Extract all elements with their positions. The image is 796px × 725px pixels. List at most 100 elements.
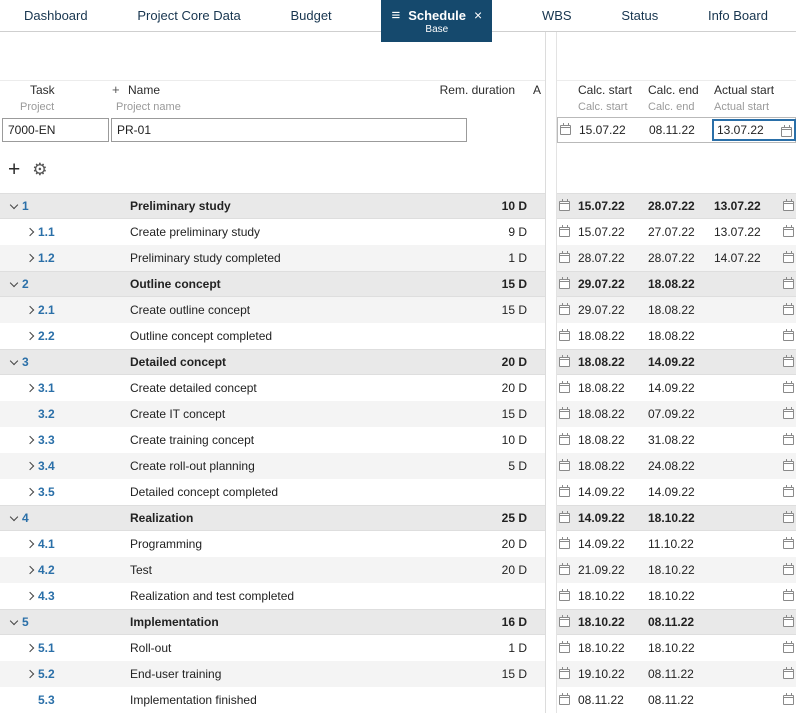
chevron-down-icon[interactable] — [9, 512, 19, 521]
task-row[interactable]: 3.4 Create roll-out planning 5 D — [0, 453, 545, 479]
calendar-icon[interactable] — [783, 589, 794, 601]
task-name[interactable]: Implementation — [126, 615, 415, 629]
task-dates-row[interactable]: 15.07.22 28.07.22 13.07.22 — [557, 193, 796, 219]
task-name[interactable]: Create detailed concept — [126, 381, 415, 395]
calendar-icon[interactable] — [559, 329, 570, 341]
chevron-right-icon[interactable] — [25, 383, 35, 393]
task-dates-row[interactable]: 08.11.22 08.11.22 — [557, 687, 796, 713]
task-row[interactable]: 4.3 Realization and test completed — [0, 583, 545, 609]
task-name[interactable]: Create roll-out planning — [126, 459, 415, 473]
calendar-icon[interactable] — [783, 303, 794, 315]
project-calc-end[interactable]: 08.11.22 — [646, 123, 712, 137]
calendar-icon[interactable] — [559, 589, 570, 601]
task-name[interactable]: Outline concept — [126, 277, 415, 291]
task-row[interactable]: 3.2 Create IT concept 15 D — [0, 401, 545, 427]
chevron-down-icon[interactable] — [9, 278, 19, 287]
tab-schedule[interactable]: ≡ Schedule × Base — [381, 0, 493, 42]
task-name[interactable]: Create preliminary study — [126, 225, 415, 239]
task-row[interactable]: 4 Realization 25 D — [0, 505, 545, 531]
menu-icon[interactable]: ≡ — [391, 8, 400, 23]
tab-dashboard[interactable]: Dashboard — [24, 8, 88, 23]
task-name[interactable]: Preliminary study — [126, 199, 415, 213]
task-name[interactable]: Preliminary study completed — [126, 251, 415, 265]
task-name[interactable]: Roll-out — [126, 641, 415, 655]
task-dates-row[interactable]: 18.10.22 18.10.22 — [557, 635, 796, 661]
task-row[interactable]: 4.2 Test 20 D — [0, 557, 545, 583]
calendar-icon[interactable] — [559, 485, 570, 497]
task-dates-row[interactable]: 18.08.22 31.08.22 — [557, 427, 796, 453]
calendar-icon[interactable] — [559, 381, 570, 393]
task-dates-row[interactable]: 29.07.22 18.08.22 — [557, 297, 796, 323]
task-dates-row[interactable]: 21.09.22 18.10.22 — [557, 557, 796, 583]
tab-wbs[interactable]: WBS — [542, 8, 572, 23]
task-row[interactable]: 2.2 Outline concept completed — [0, 323, 545, 349]
calendar-icon[interactable] — [559, 615, 570, 627]
task-name[interactable]: Outline concept completed — [126, 329, 415, 343]
task-dates-row[interactable]: 18.10.22 08.11.22 — [557, 609, 796, 635]
tab-status[interactable]: Status — [621, 8, 658, 23]
calendar-icon[interactable] — [783, 251, 794, 263]
col-rem-duration[interactable]: Rem. duration — [403, 83, 533, 97]
task-row[interactable]: 1.1 Create preliminary study 9 D — [0, 219, 545, 245]
task-dates-row[interactable]: 18.08.22 24.08.22 — [557, 453, 796, 479]
project-name-input[interactable] — [111, 118, 467, 142]
chevron-right-icon[interactable] — [25, 539, 35, 549]
calendar-icon[interactable] — [559, 407, 570, 419]
task-dates-row[interactable]: 18.08.22 18.08.22 — [557, 323, 796, 349]
task-name[interactable]: Implementation finished — [126, 693, 415, 707]
col-actual-start[interactable]: Actual start — [711, 83, 781, 97]
calendar-icon[interactable] — [559, 459, 570, 471]
calendar-icon[interactable] — [559, 537, 570, 549]
chevron-right-icon[interactable] — [25, 565, 35, 575]
calendar-icon[interactable] — [559, 303, 570, 315]
task-dates-row[interactable]: 18.08.22 14.09.22 — [557, 375, 796, 401]
calendar-icon[interactable] — [783, 329, 794, 341]
task-name[interactable]: Create outline concept — [126, 303, 415, 317]
tab-budget[interactable]: Budget — [290, 8, 331, 23]
calendar-icon[interactable] — [559, 199, 570, 211]
chevron-right-icon[interactable] — [25, 461, 35, 471]
col-task[interactable]: Task — [0, 83, 112, 97]
task-dates-row[interactable]: 28.07.22 28.07.22 14.07.22 — [557, 245, 796, 271]
chevron-down-icon[interactable] — [9, 356, 19, 365]
calendar-icon[interactable] — [559, 693, 570, 705]
calendar-icon[interactable] — [783, 381, 794, 393]
calendar-icon[interactable] — [559, 355, 570, 367]
task-dates-row[interactable]: 14.09.22 11.10.22 — [557, 531, 796, 557]
project-calc-start[interactable]: 15.07.22 — [576, 123, 646, 137]
tab-project-core-data[interactable]: Project Core Data — [137, 8, 240, 23]
calendar-icon[interactable] — [559, 641, 570, 653]
task-dates-row[interactable]: 29.07.22 18.08.22 — [557, 271, 796, 297]
calendar-icon[interactable] — [783, 485, 794, 497]
chevron-right-icon[interactable] — [25, 643, 35, 653]
task-row[interactable]: 3.1 Create detailed concept 20 D — [0, 375, 545, 401]
task-row[interactable]: 5 Implementation 16 D — [0, 609, 545, 635]
calendar-icon[interactable] — [559, 225, 570, 237]
tab-info-board[interactable]: Info Board — [708, 8, 768, 23]
pane-splitter[interactable] — [546, 32, 556, 713]
calendar-icon[interactable] — [783, 199, 794, 211]
calendar-icon[interactable] — [559, 667, 570, 679]
calendar-icon[interactable] — [559, 277, 570, 289]
chevron-right-icon[interactable] — [25, 331, 35, 341]
calendar-icon[interactable] — [559, 563, 570, 575]
chevron-down-icon[interactable] — [9, 616, 19, 625]
task-row[interactable]: 1 Preliminary study 10 D — [0, 193, 545, 219]
calendar-icon[interactable] — [783, 563, 794, 575]
task-row[interactable]: 3.3 Create training concept 10 D — [0, 427, 545, 453]
chevron-right-icon[interactable] — [25, 227, 35, 237]
calendar-icon[interactable] — [559, 251, 570, 263]
col-name[interactable]: Name — [126, 83, 403, 97]
task-name[interactable]: Test — [126, 563, 415, 577]
chevron-right-icon[interactable] — [25, 591, 35, 601]
task-row[interactable]: 5.2 End-user training 15 D — [0, 661, 545, 687]
task-name[interactable]: Realization and test completed — [126, 589, 415, 603]
task-row[interactable]: 5.1 Roll-out 1 D — [0, 635, 545, 661]
task-dates-row[interactable]: 15.07.22 27.07.22 13.07.22 — [557, 219, 796, 245]
task-row[interactable]: 4.1 Programming 20 D — [0, 531, 545, 557]
calendar-icon[interactable] — [783, 693, 794, 705]
task-name[interactable]: Realization — [126, 511, 415, 525]
task-name[interactable]: Programming — [126, 537, 415, 551]
calendar-icon[interactable] — [559, 511, 570, 523]
calendar-icon[interactable] — [783, 355, 794, 367]
